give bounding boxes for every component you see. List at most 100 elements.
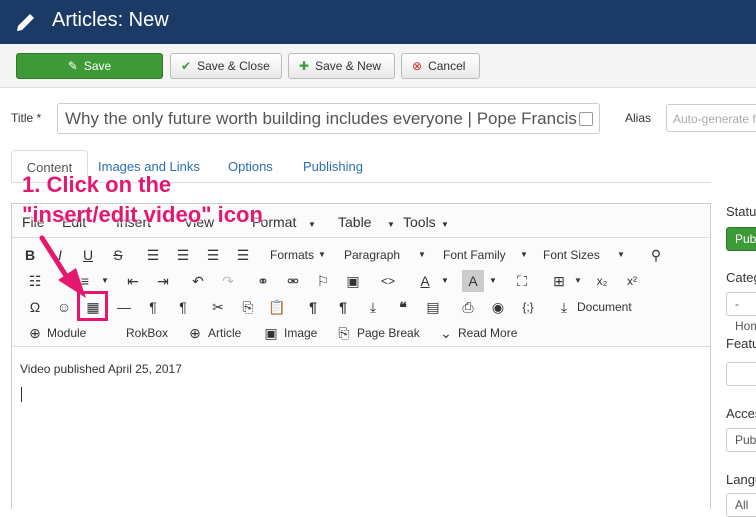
status-select[interactable]: Published bbox=[726, 227, 756, 251]
link-icon[interactable]: ⚭ bbox=[252, 270, 274, 292]
copy-icon[interactable]: ⎘ bbox=[237, 296, 259, 318]
background-color-caret-icon[interactable]: ▼ bbox=[482, 270, 504, 292]
video-icon-highlight bbox=[77, 291, 108, 321]
underline-icon[interactable]: U bbox=[77, 244, 99, 266]
document-button[interactable]: Document bbox=[577, 296, 632, 318]
strikethrough-icon[interactable]: S bbox=[107, 244, 129, 266]
undo-icon[interactable]: ↶ bbox=[187, 270, 209, 292]
tutorial-annotation: 1. Click on the "insert/edit video" icon bbox=[22, 170, 263, 230]
text-color-caret-icon[interactable]: ▼ bbox=[434, 270, 456, 292]
bold-icon[interactable]: B bbox=[19, 244, 41, 266]
ltr-icon[interactable]: ¶ bbox=[142, 296, 164, 318]
language-label: Language bbox=[726, 472, 756, 487]
show-blocks-icon[interactable]: ¶ bbox=[332, 296, 354, 318]
document-icon[interactable]: ⤓ bbox=[553, 296, 575, 318]
plus-icon: ✚ bbox=[299, 59, 310, 73]
read-more-button[interactable]: Read More bbox=[458, 322, 517, 344]
print-icon[interactable]: ⎙ bbox=[457, 296, 479, 318]
table-caret-icon[interactable]: ▼ bbox=[567, 270, 589, 292]
find-replace-icon[interactable]: ⚲ bbox=[645, 244, 667, 266]
unlink-icon[interactable]: ⚮ bbox=[282, 270, 304, 292]
blockquote-icon[interactable]: ❝ bbox=[392, 296, 414, 318]
image-button[interactable]: Image bbox=[284, 322, 317, 344]
table-caret-icon: ▼ bbox=[387, 220, 395, 229]
annotation-line-1: 1. Click on the bbox=[22, 172, 172, 197]
formats-caret-icon: ▼ bbox=[318, 250, 326, 259]
featured-toggle[interactable] bbox=[726, 362, 756, 386]
superscript-icon[interactable]: x² bbox=[621, 270, 643, 292]
check-icon: ✔ bbox=[181, 59, 192, 73]
text-color-icon[interactable]: A bbox=[414, 270, 436, 292]
list-caret-icon[interactable]: ▼ bbox=[94, 270, 116, 292]
editor-content[interactable]: Video published April 25, 2017 bbox=[20, 362, 182, 376]
alias-input[interactable]: Auto-generate from title bbox=[666, 104, 756, 132]
page-break-button[interactable]: Page Break bbox=[357, 322, 420, 344]
cancel-icon: ⊗ bbox=[412, 59, 423, 73]
indent-icon[interactable]: ⇥ bbox=[152, 270, 174, 292]
font-sizes-dropdown[interactable]: Font Sizes bbox=[543, 244, 600, 266]
page-break-icon: ⎘ bbox=[338, 325, 350, 341]
format-caret-icon: ▼ bbox=[308, 220, 316, 229]
variables-icon[interactable]: {;} bbox=[517, 296, 539, 318]
template-icon[interactable]: ▤ bbox=[422, 296, 444, 318]
paragraph-caret-icon: ▼ bbox=[418, 250, 426, 259]
subscript-icon[interactable]: x₂ bbox=[591, 270, 613, 292]
save-button[interactable]: ✎ Save bbox=[16, 53, 163, 79]
cancel-button[interactable]: ⊗ Cancel bbox=[401, 53, 480, 79]
bookmark-icon[interactable]: ⚐ bbox=[312, 270, 334, 292]
wysiwyg-editor: File Edit Insert View Format ▼ Table ▼ T… bbox=[11, 203, 711, 509]
bullet-list-icon[interactable]: ☷ bbox=[24, 270, 46, 292]
action-toolbar: ✎ Save ✔ Save & Close ✚ Save & New ⊗ Can… bbox=[0, 44, 756, 88]
outdent-icon[interactable]: ⇤ bbox=[122, 270, 144, 292]
align-right-icon[interactable]: ☰ bbox=[202, 244, 224, 266]
paragraph-mark-icon[interactable]: ¶ bbox=[302, 296, 324, 318]
formats-dropdown[interactable]: Formats bbox=[270, 244, 314, 266]
edit-icon: ✎ bbox=[67, 59, 78, 73]
page-header: Articles: New bbox=[0, 0, 756, 44]
featured-label: Featured bbox=[726, 336, 756, 351]
italic-icon[interactable]: I bbox=[49, 244, 71, 266]
title-input[interactable]: Why the only future worth building inclu… bbox=[57, 103, 600, 134]
title-label: Title * bbox=[11, 111, 42, 125]
font-family-dropdown[interactable]: Font Family bbox=[443, 244, 506, 266]
emoticons-icon[interactable]: ☺ bbox=[53, 296, 75, 318]
language-select[interactable]: All bbox=[726, 493, 756, 517]
align-justify-icon[interactable]: ☰ bbox=[232, 244, 254, 266]
page-title: Articles: New bbox=[52, 9, 169, 31]
save-new-button[interactable]: ✚ Save & New bbox=[288, 53, 395, 79]
menu-table[interactable]: Table bbox=[338, 214, 371, 230]
align-left-icon[interactable]: ☰ bbox=[142, 244, 164, 266]
module-button[interactable]: Module bbox=[47, 322, 86, 344]
rokbox-button[interactable]: RokBox bbox=[126, 322, 168, 344]
editor-toolbar: B I U S ☰ ☰ ☰ ☰ Formats ▼ Paragraph ▼ Fo… bbox=[12, 239, 710, 347]
image-icon[interactable]: ▣ bbox=[342, 270, 364, 292]
insert-icon[interactable]: ⤓ bbox=[362, 296, 384, 318]
alias-label: Alias bbox=[625, 111, 652, 125]
article-button[interactable]: Article bbox=[208, 322, 241, 344]
font-family-caret-icon: ▼ bbox=[520, 250, 528, 259]
cut-icon[interactable]: ✂ bbox=[207, 296, 229, 318]
text-cursor bbox=[21, 387, 22, 402]
preview-icon[interactable]: ◉ bbox=[487, 296, 509, 318]
access-label: Access bbox=[726, 406, 756, 421]
numbered-list-icon[interactable]: ≡ bbox=[74, 270, 96, 292]
special-char-icon[interactable]: Ω bbox=[24, 296, 46, 318]
category-select[interactable]: - Home bbox=[726, 292, 756, 333]
rtl-icon[interactable]: ¶ bbox=[172, 296, 194, 318]
paste-icon[interactable]: 📋 bbox=[266, 296, 288, 318]
save-close-button[interactable]: ✔ Save & Close bbox=[170, 53, 282, 79]
tab-publishing[interactable]: Publishing bbox=[303, 150, 363, 183]
code-icon[interactable]: <> bbox=[377, 270, 399, 292]
annotation-line-2: "insert/edit video" icon bbox=[22, 202, 263, 227]
menu-tools[interactable]: Tools bbox=[403, 214, 436, 230]
background-color-icon[interactable]: A bbox=[462, 270, 484, 292]
fullscreen-icon[interactable]: ⛶ bbox=[511, 270, 533, 292]
status-label: Status bbox=[726, 204, 756, 219]
field-icon bbox=[579, 112, 593, 126]
paragraph-dropdown[interactable]: Paragraph bbox=[344, 244, 400, 266]
access-select[interactable]: Public bbox=[726, 428, 756, 452]
tools-caret-icon: ▼ bbox=[441, 220, 449, 229]
redo-icon[interactable]: ↷ bbox=[217, 270, 239, 292]
horizontal-rule-icon[interactable]: — bbox=[113, 296, 135, 318]
align-center-icon[interactable]: ☰ bbox=[172, 244, 194, 266]
